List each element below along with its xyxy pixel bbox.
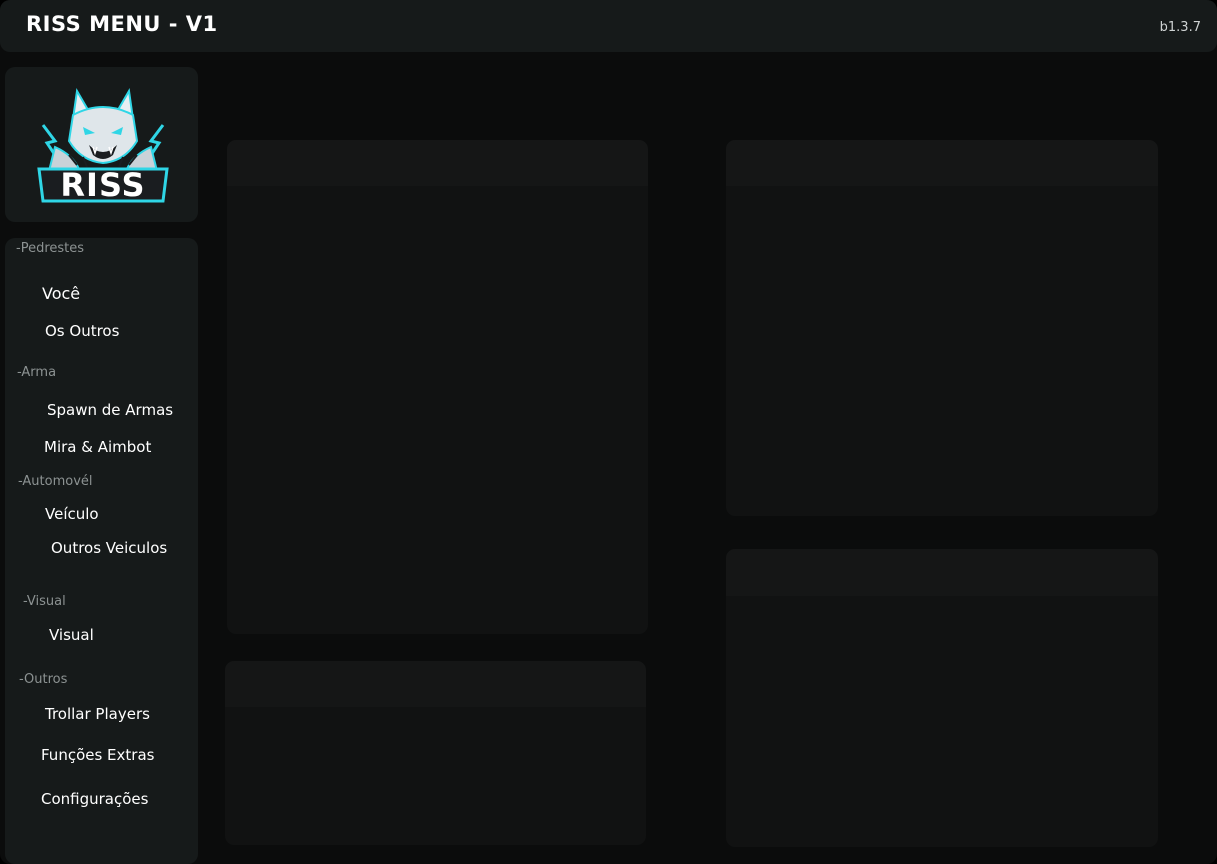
nav-item-configuracoes[interactable]: Configurações: [41, 790, 148, 808]
version-label: b1.3.7: [1159, 20, 1201, 35]
nav-item-outros-veiculos[interactable]: Outros Veiculos: [51, 539, 167, 557]
wolf-logo-icon: RISS: [37, 88, 169, 203]
nav-item-spawn-de-armas[interactable]: Spawn de Armas: [47, 401, 173, 419]
nav-item-visual[interactable]: Visual: [49, 626, 94, 644]
app-title: RISS MENU - V1: [26, 12, 218, 36]
content-panel-left-top: [227, 140, 648, 634]
section-pedrestes: -Pedrestes: [16, 241, 85, 256]
panel-header: [225, 661, 646, 707]
content-panel-right-bottom: [726, 549, 1158, 847]
panel-header: [726, 140, 1158, 186]
section-automovel: -Automovél: [18, 474, 93, 489]
nav-item-funcoes-extras[interactable]: Funções Extras: [41, 746, 154, 764]
svg-text:RISS: RISS: [60, 166, 145, 203]
nav-item-trollar-players[interactable]: Trollar Players: [45, 705, 150, 723]
panel-header: [227, 140, 648, 186]
panel-header: [726, 549, 1158, 596]
sidebar-nav: -Pedrestes Você Os Outros -Arma Spawn de…: [5, 238, 198, 864]
section-visual: -Visual: [23, 594, 66, 609]
title-bar[interactable]: RISS MENU - V1 b1.3.7: [0, 0, 1217, 52]
nav-item-os-outros[interactable]: Os Outros: [45, 322, 119, 340]
content-panel-left-bottom: [225, 661, 646, 845]
section-outros: -Outros: [19, 672, 68, 687]
nav-item-voce[interactable]: Você: [42, 284, 80, 303]
content-panel-right-top: [726, 140, 1158, 516]
nav-item-veiculo[interactable]: Veículo: [45, 505, 99, 523]
section-arma: -Arma: [17, 365, 57, 380]
menu-window: RISS MENU - V1 b1.3.7 RISS -Pedrestes Vo…: [0, 0, 1217, 864]
nav-item-mira-aimbot[interactable]: Mira & Aimbot: [44, 438, 151, 456]
logo-card: RISS: [5, 67, 198, 222]
